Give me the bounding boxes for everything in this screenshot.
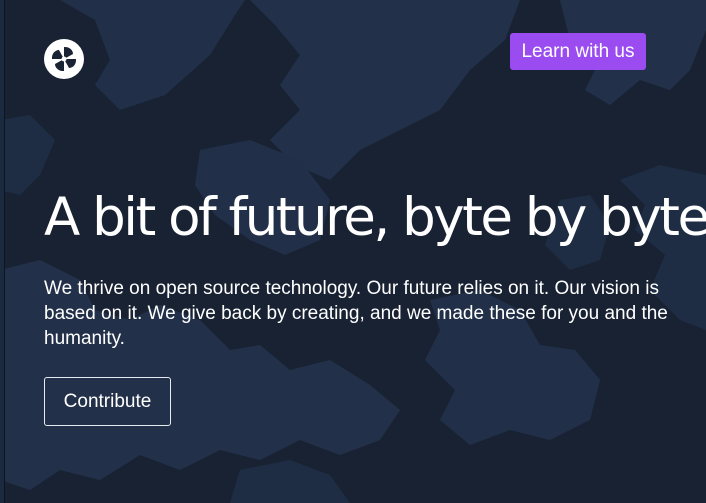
learn-with-us-button[interactable]: Learn with us [510, 33, 646, 70]
hero-headline: A bit of future, byte by byte [44, 187, 706, 248]
window-edge [0, 0, 5, 503]
map-landmass [250, 0, 520, 180]
contribute-button[interactable]: Contribute [44, 377, 171, 426]
map-landmass [230, 460, 350, 503]
map-landmass [0, 0, 245, 110]
map-landmass [0, 115, 55, 195]
pinwheel-logo-icon[interactable] [44, 39, 84, 79]
hero-description: We thrive on open source technology. Our… [44, 278, 668, 349]
